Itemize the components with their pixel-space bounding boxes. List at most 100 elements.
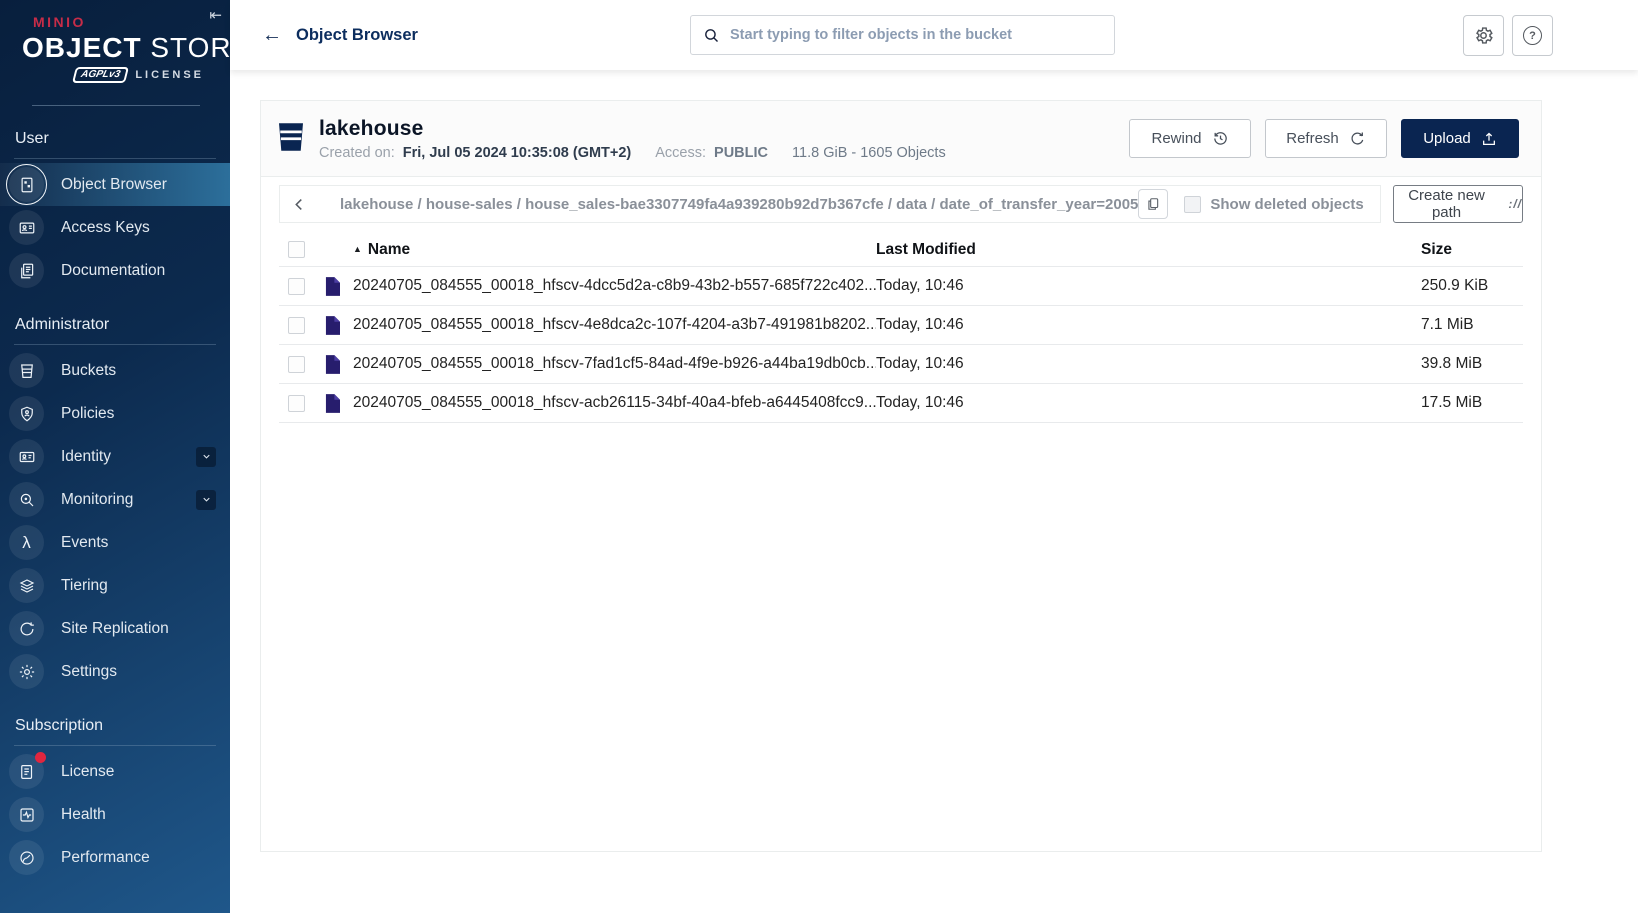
help-button[interactable]: ? <box>1512 15 1553 56</box>
sidebar-item-label: Events <box>61 534 108 552</box>
sidebar-item-policies[interactable]: Policies <box>0 392 230 435</box>
rewind-button[interactable]: Rewind <box>1129 119 1251 158</box>
refresh-label: Refresh <box>1286 130 1339 147</box>
sidebar-item-label: Tiering <box>61 577 108 595</box>
create-new-path-button[interactable]: Create new path :// <box>1393 185 1523 223</box>
divider <box>14 158 216 159</box>
refresh-button[interactable]: Refresh <box>1265 119 1387 158</box>
access-keys-icon <box>9 210 44 245</box>
sidebar-item-settings[interactable]: Settings <box>0 650 230 693</box>
sidebar-item-site-replication[interactable]: Site Replication <box>0 607 230 650</box>
top-bar: ← Object Browser ? <box>230 0 1638 70</box>
table-row[interactable]: 20240705_084555_00018_hfscv-7fad1cf5-84a… <box>279 345 1523 384</box>
sidebar-item-health[interactable]: Health <box>0 793 230 836</box>
search-input[interactable] <box>730 27 1102 43</box>
row-checkbox[interactable] <box>288 356 305 373</box>
logo-store: STORE <box>150 32 230 63</box>
sidebar-item-documentation[interactable]: Documentation <box>0 249 230 292</box>
copy-path-button[interactable] <box>1138 189 1168 219</box>
gear-icon <box>1473 25 1494 46</box>
object-browser-icon <box>9 167 44 202</box>
bucket-icon <box>277 121 305 153</box>
section-subscription: Subscription <box>0 717 230 735</box>
site-replication-icon <box>9 611 44 646</box>
back-arrow-icon[interactable]: ← <box>262 24 282 47</box>
sidebar-item-access-keys[interactable]: Access Keys <box>0 206 230 249</box>
sidebar-item-buckets[interactable]: Buckets <box>0 349 230 392</box>
object-name[interactable]: 20240705_084555_00018_hfscv-acb26115-34b… <box>353 394 876 412</box>
minio-wordmark: MINIO <box>33 14 210 30</box>
bucket-usage: 11.8 GiB - 1605 Objects <box>792 145 946 161</box>
refresh-icon <box>1349 130 1366 147</box>
license-row: AGPLv3 LICENSE <box>22 67 210 83</box>
object-name[interactable]: 20240705_084555_00018_hfscv-4e8dca2c-107… <box>353 316 876 334</box>
sidebar-item-label: Performance <box>61 849 150 867</box>
collapse-sidebar-icon[interactable]: ⇤ <box>209 6 222 24</box>
sidebar-item-label: Documentation <box>61 262 165 280</box>
page-title: Object Browser <box>296 26 418 45</box>
select-all-checkbox[interactable] <box>288 241 305 258</box>
sidebar-item-tiering[interactable]: Tiering <box>0 564 230 607</box>
sidebar-item-label: Policies <box>61 405 114 423</box>
license-word: LICENSE <box>135 69 204 81</box>
object-name[interactable]: 20240705_084555_00018_hfscv-7fad1cf5-84a… <box>353 355 876 373</box>
access-label: Access: <box>655 145 706 161</box>
agpl-badge-icon: AGPLv3 <box>72 67 129 83</box>
object-name[interactable]: 20240705_084555_00018_hfscv-4dcc5d2a-c8b… <box>353 277 876 295</box>
objects-table: ▲Name Last Modified Size 20240705_084555… <box>279 233 1523 423</box>
sidebar-item-license[interactable]: License <box>0 750 230 793</box>
access-value: PUBLIC <box>714 145 768 161</box>
sidebar-item-label: Health <box>61 806 106 824</box>
chevron-down-icon <box>196 490 216 510</box>
breadcrumb[interactable]: lakehouse / house-sales / house_sales-ba… <box>318 196 1138 213</box>
logo-object: OBJECT <box>22 32 142 63</box>
section-administrator: Administrator <box>0 316 230 334</box>
lambda-glyph: λ <box>22 534 31 551</box>
rewind-label: Rewind <box>1151 130 1201 147</box>
sidebar-item-identity[interactable]: Identity <box>0 435 230 478</box>
object-modified: Today, 10:46 <box>876 277 1421 295</box>
row-checkbox[interactable] <box>288 278 305 295</box>
row-checkbox[interactable] <box>288 395 305 412</box>
path-back-button[interactable] <box>280 196 318 213</box>
chevron-left-icon <box>291 196 308 213</box>
sidebar-item-monitoring[interactable]: Monitoring <box>0 478 230 521</box>
sidebar-item-label: Site Replication <box>61 620 169 638</box>
object-filter-search[interactable] <box>690 15 1115 55</box>
row-checkbox[interactable] <box>288 317 305 334</box>
table-row[interactable]: 20240705_084555_00018_hfscv-4e8dca2c-107… <box>279 306 1523 345</box>
sidebar-item-object-browser[interactable]: Object Browser <box>0 163 230 206</box>
section-user: User <box>0 130 230 148</box>
size-header-label: Size <box>1421 241 1452 258</box>
table-row[interactable]: 20240705_084555_00018_hfscv-4dcc5d2a-c8b… <box>279 267 1523 306</box>
sort-asc-icon: ▲ <box>353 244 362 254</box>
bucket-name: lakehouse <box>319 117 946 141</box>
divider <box>14 344 216 345</box>
table-header-row: ▲Name Last Modified Size <box>279 233 1523 267</box>
identity-icon <box>9 439 44 474</box>
settings-button[interactable] <box>1463 15 1504 56</box>
sidebar-item-label: Buckets <box>61 362 116 380</box>
sidebar-item-events[interactable]: λ Events <box>0 521 230 564</box>
path-strip: lakehouse / house-sales / house_sales-ba… <box>279 185 1381 223</box>
buckets-icon <box>9 353 44 388</box>
sidebar-item-label: Settings <box>61 663 117 681</box>
bucket-header: lakehouse Created on: Fri, Jul 05 2024 1… <box>261 101 1541 177</box>
help-icon: ? <box>1523 26 1542 45</box>
show-deleted-checkbox[interactable] <box>1184 196 1201 213</box>
policies-icon <box>9 396 44 431</box>
sidebar-item-performance[interactable]: Performance <box>0 836 230 879</box>
table-row[interactable]: 20240705_084555_00018_hfscv-acb26115-34b… <box>279 384 1523 423</box>
upload-button[interactable]: Upload <box>1401 119 1519 158</box>
health-icon <box>9 797 44 832</box>
show-deleted-toggle[interactable]: Show deleted objects <box>1184 196 1363 213</box>
license-alert-dot <box>35 752 46 763</box>
events-icon: λ <box>9 525 44 560</box>
object-store-wordmark: OBJECT STORE <box>22 32 210 64</box>
name-column-header[interactable]: ▲Name <box>353 241 876 259</box>
modified-column-header[interactable]: Last Modified <box>876 241 1421 259</box>
modified-header-label: Last Modified <box>876 241 976 258</box>
sidebar-item-label: Access Keys <box>61 219 150 237</box>
show-deleted-label: Show deleted objects <box>1210 196 1363 213</box>
size-column-header[interactable]: Size <box>1421 241 1523 259</box>
